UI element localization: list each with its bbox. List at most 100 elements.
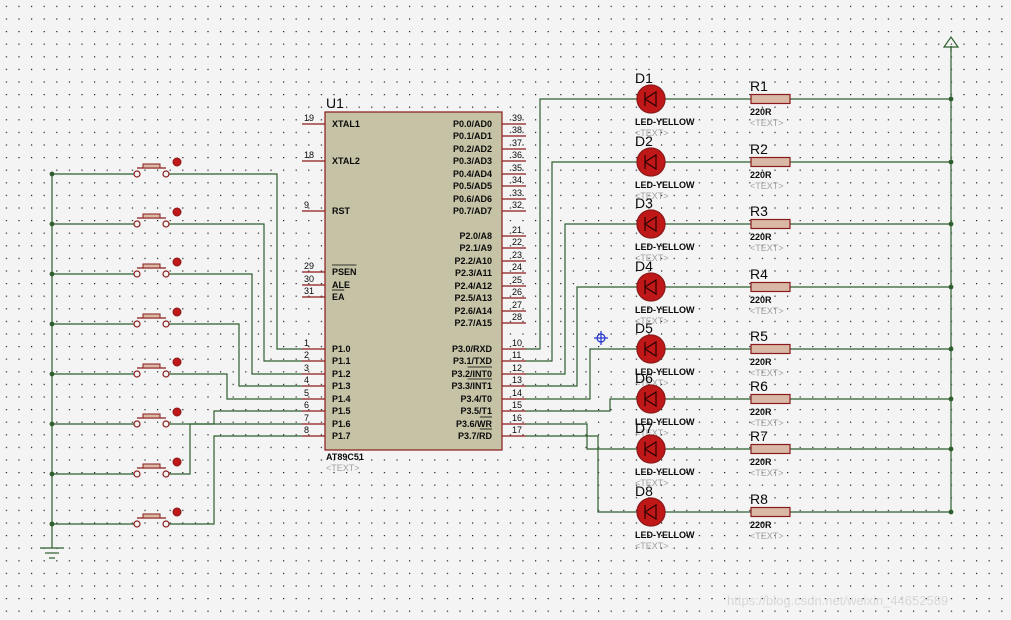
pin-number: 28 (512, 312, 522, 322)
pin-number: 5 (304, 388, 309, 398)
resistor-value: 220R (750, 520, 772, 530)
resistor-body (750, 93, 791, 105)
pin-number: 37 (512, 138, 522, 148)
watermark: https://blog.csdn.net/weixin_44652589 (727, 593, 948, 608)
pin-number: 32 (512, 200, 522, 210)
led-body (636, 334, 666, 364)
button-cap (142, 263, 161, 269)
button-cap (142, 163, 161, 169)
led-ref: D4 (635, 258, 653, 274)
chip-placeholder: <TEXT> (326, 463, 360, 473)
pin-label: ALE (332, 280, 350, 290)
pin-label: P1.4 (332, 394, 351, 404)
led-body (636, 84, 666, 114)
button-cap (142, 213, 161, 219)
pin-label: P3.3/INT1 (451, 381, 492, 391)
led-ref: D7 (635, 420, 653, 436)
resistor-ref: R5 (750, 328, 768, 344)
led-value: LED-YELLOW (635, 242, 695, 252)
pin-label: P2.4/A12 (454, 281, 492, 291)
resistor-ref: R7 (750, 428, 768, 444)
pin-number: 38 (512, 125, 522, 135)
pin-number: 34 (512, 175, 522, 185)
pin-number: 16 (512, 413, 522, 423)
led-body (636, 384, 666, 414)
led-ref: D8 (635, 483, 653, 499)
pin-number: 36 (512, 150, 522, 160)
resistor-placeholder: <TEXT> (750, 306, 784, 316)
button-state-icon (172, 307, 182, 317)
resistor-placeholder: <TEXT> (750, 468, 784, 478)
led-value: LED-YELLOW (635, 467, 695, 477)
pin-number: 24 (512, 262, 522, 272)
resistor-placeholder: <TEXT> (750, 118, 784, 128)
led-placeholder: <TEXT> (635, 541, 669, 551)
pin-label: P0.3/AD3 (453, 156, 492, 166)
pin-number: 35 (512, 163, 522, 173)
pin-number: 23 (512, 250, 522, 260)
pin-label: P1.5 (332, 406, 351, 416)
pin-label: P3.6/WR (456, 419, 493, 429)
pin-number: 18 (304, 150, 314, 160)
led-ref: D6 (635, 370, 653, 386)
resistor-placeholder: <TEXT> (750, 181, 784, 191)
resistor-placeholder: <TEXT> (750, 368, 784, 378)
pin-label: P1.6 (332, 419, 351, 429)
resistor-placeholder: <TEXT> (750, 531, 784, 541)
resistor-ref: R6 (750, 378, 768, 394)
pin-label: P2.6/A14 (454, 306, 492, 316)
button-state-icon (172, 457, 182, 467)
resistor-value: 220R (750, 407, 772, 417)
resistor-value: 220R (750, 357, 772, 367)
resistor-placeholder: <TEXT> (750, 418, 784, 428)
pin-number: 31 (304, 286, 314, 296)
button-cap (142, 413, 161, 419)
pin-label: P2.1/A9 (459, 243, 492, 253)
pin-label: P3.7/RD (458, 431, 493, 441)
led-ref: D2 (635, 133, 653, 149)
pin-label: P1.2 (332, 369, 351, 379)
pin-number: 13 (512, 375, 522, 385)
pin-number: 7 (304, 413, 309, 423)
pin-label: P2.7/A15 (454, 318, 492, 328)
pin-number: 11 (512, 350, 521, 360)
resistor-value: 220R (750, 295, 772, 305)
pin-number: 19 (304, 113, 314, 123)
resistor-placeholder: <TEXT> (750, 243, 784, 253)
pin-number: 39 (512, 113, 522, 123)
resistor-body (750, 443, 791, 455)
led-body (636, 209, 666, 239)
microcontroller-u1[interactable]: U1AT89C51<TEXT>19XTAL118XTAL29RST29PSEN3… (302, 95, 526, 473)
pin-number: 15 (512, 400, 522, 410)
pin-number: 26 (512, 287, 522, 297)
pin-number: 14 (512, 388, 522, 398)
resistor-value: 220R (750, 170, 772, 180)
button-state-icon (172, 357, 182, 367)
resistor-ref: R1 (750, 78, 768, 94)
pin-number: 27 (512, 300, 522, 310)
pin-label: P0.5/AD5 (453, 181, 492, 191)
resistor-ref: R4 (750, 266, 768, 282)
button-state-icon (172, 257, 182, 267)
button-cap (142, 463, 161, 469)
pin-label: P2.2/A10 (454, 256, 492, 266)
pin-number: 12 (512, 363, 522, 373)
pin-label: XTAL1 (332, 119, 360, 129)
button-cap (142, 513, 161, 519)
led-ref: D1 (635, 70, 653, 86)
resistor-ref: R3 (750, 203, 768, 219)
pin-number: 10 (512, 338, 522, 348)
resistor-body (750, 156, 791, 168)
led-body (636, 434, 666, 464)
button-state-icon (172, 507, 182, 517)
pin-label: EA (332, 292, 345, 302)
pin-number: 6 (304, 400, 309, 410)
button-state-icon (172, 157, 182, 167)
pin-label: P0.1/AD1 (453, 131, 492, 141)
pin-number: 4 (304, 375, 309, 385)
pin-label: RST (332, 206, 351, 216)
resistor-body (750, 506, 791, 518)
schematic-canvas[interactable]: U1AT89C51<TEXT>19XTAL118XTAL29RST29PSEN3… (0, 0, 1011, 620)
pin-label: P2.0/A8 (459, 231, 492, 241)
led-value: LED-YELLOW (635, 530, 695, 540)
